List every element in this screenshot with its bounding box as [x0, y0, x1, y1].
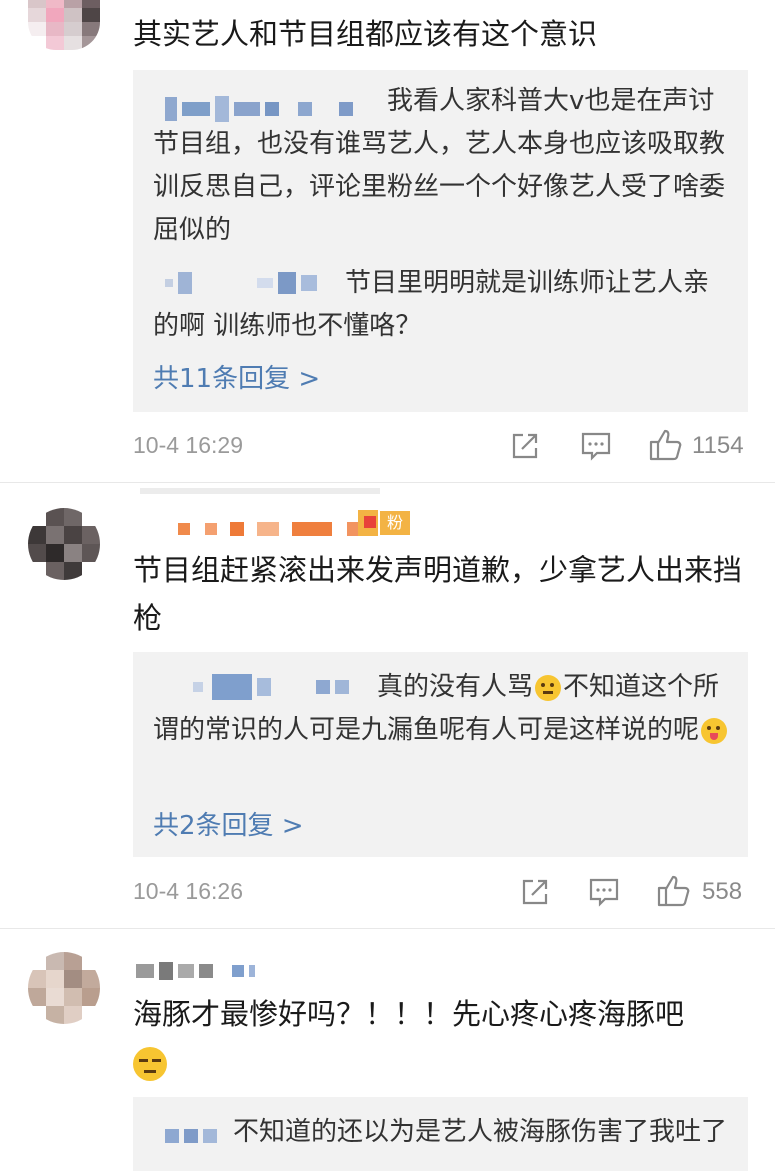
reply-text-part: 真的没有人骂	[377, 672, 534, 702]
avatar[interactable]	[28, 508, 100, 580]
timestamp: 10-4 16:29	[133, 432, 243, 458]
divider	[0, 928, 775, 929]
like-button[interactable]: 558	[656, 874, 756, 910]
tongue-emoji-icon	[701, 717, 728, 744]
share-icon[interactable]	[510, 431, 540, 461]
fan-badge: 粉	[358, 510, 410, 536]
reply-text: 我看人家科普大v也是在声讨节目组，也没有谁骂艺人，艺人本身也应该吸取教训反思自己…	[153, 86, 726, 245]
thumbs-up-icon	[648, 428, 684, 462]
reply-text-part: 不知道的还以为是艺人被海豚伤害了我	[233, 1117, 676, 1147]
fan-badge-label: 粉	[380, 511, 410, 535]
avatar[interactable]	[28, 0, 100, 50]
reply-text: 不知道的还以为是艺人被海豚伤害了我吐了	[153, 1111, 733, 1154]
comment-icon[interactable]	[580, 431, 612, 461]
thumbs-up-icon	[656, 874, 692, 908]
reply-text: 真的没有人骂?不知道这个所谓的常识的人可是九漏鱼呢有人可是这样说的呢	[153, 666, 733, 752]
divider	[0, 482, 775, 483]
comment-text: 其实艺人和节目组都应该有这个意识	[133, 17, 598, 51]
comment-text: 节目组赶紧滚出来发声明道歉，少拿艺人出来挡枪	[133, 553, 743, 635]
like-count: 1154	[692, 432, 744, 459]
share-icon[interactable]	[520, 877, 550, 907]
timestamp: 10-4 16:26	[133, 878, 243, 904]
view-replies-link[interactable]: 共11条回复 >	[153, 358, 320, 395]
reply-box: 我看人家科普大v也是在声讨节目组，也没有谁骂艺人，艺人本身也应该吸取教训反思自己…	[133, 70, 748, 412]
reply-text-part: 吐了	[675, 1117, 728, 1147]
thinking-emoji-icon: ?	[535, 674, 562, 701]
comment-text: 海豚才最惨好吗？！！！先心疼心疼海豚吧	[133, 990, 753, 1086]
divider	[140, 488, 380, 494]
username[interactable]	[136, 960, 260, 984]
avatar[interactable]	[28, 952, 100, 1024]
like-button[interactable]: 1154	[648, 428, 758, 464]
smirk-emoji-icon	[133, 1047, 167, 1081]
username[interactable]	[178, 518, 366, 542]
view-replies-link[interactable]: 共2条回复 >	[153, 805, 304, 842]
comment-icon[interactable]	[588, 877, 620, 907]
like-count: 558	[702, 878, 743, 905]
reply-text: 节目里明明就是训练师让艺人亲的啊 训练师也不懂咯？	[153, 268, 710, 341]
reply-box: 真的没有人骂?不知道这个所谓的常识的人可是九漏鱼呢有人可是这样说的呢 共2条回复…	[133, 652, 748, 857]
comment-text-line: 海豚才最惨好吗？！！！先心疼心疼海豚吧	[133, 997, 685, 1031]
reply-box: 不知道的还以为是艺人被海豚伤害了我吐了	[133, 1097, 748, 1171]
